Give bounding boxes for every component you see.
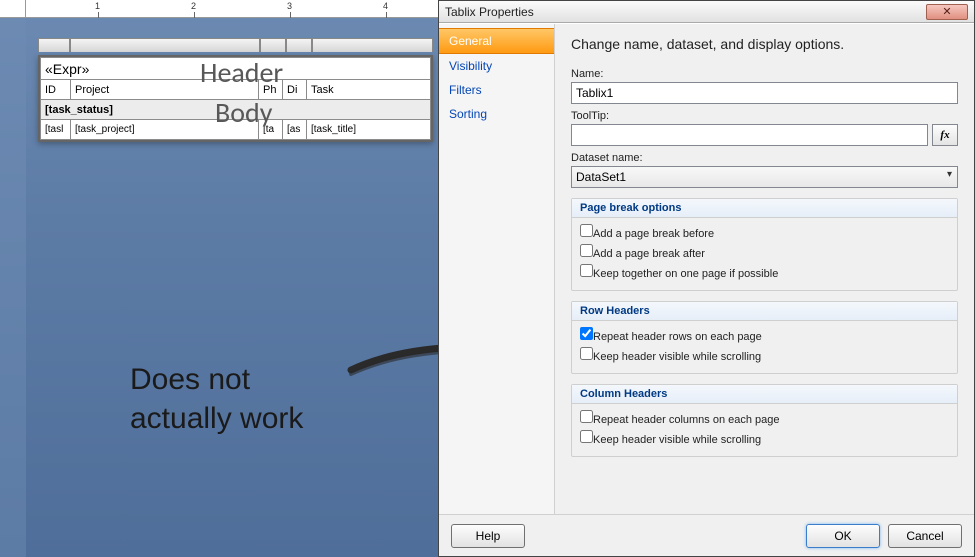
tablix-control[interactable]: «Expr» ID Project Ph Di Task [task_statu… (38, 55, 433, 142)
nav-filters[interactable]: Filters (439, 78, 554, 102)
pb-before-label: Add a page break before (593, 228, 714, 240)
body-cell-di[interactable]: [as (283, 120, 307, 140)
dialog-nav: General Visibility Filters Sorting (439, 24, 555, 514)
vertical-ruler (0, 18, 26, 557)
nav-visibility[interactable]: Visibility (439, 54, 554, 78)
tablix-title-cell[interactable]: «Expr» (41, 58, 431, 80)
header-cell-ph[interactable]: Ph (259, 80, 283, 100)
ruler-tick-3: 3 (287, 1, 292, 11)
header-cell-task[interactable]: Task (307, 80, 431, 100)
body-cell-id[interactable]: [tasl (41, 120, 71, 140)
body-cell-project[interactable]: [task_project] (71, 120, 259, 140)
annotation-main: Does not actually work (130, 360, 303, 438)
row-headers-group: Row Headers Repeat header rows on each p… (571, 301, 958, 374)
pb-before-checkbox[interactable] (580, 224, 593, 237)
ruler-corner (0, 0, 26, 18)
dialog-content: Change name, dataset, and display option… (555, 24, 974, 514)
header-cell-id[interactable]: ID (41, 80, 71, 100)
annotation-line2: actually work (130, 399, 303, 438)
dataset-label: Dataset name: (571, 152, 958, 164)
ok-button[interactable]: OK (806, 524, 880, 548)
ch-repeat-label: Repeat header columns on each page (593, 414, 780, 426)
tablix-column-handles[interactable] (38, 38, 433, 52)
rh-scroll-checkbox[interactable] (580, 347, 593, 360)
column-headers-group-title: Column Headers (572, 385, 957, 404)
rh-scroll-label: Keep header visible while scrolling (593, 351, 761, 363)
help-button[interactable]: Help (451, 524, 525, 548)
tooltip-input[interactable] (571, 124, 928, 146)
name-input[interactable] (571, 82, 958, 104)
dataset-select[interactable]: DataSet1 (571, 166, 958, 188)
close-button[interactable]: ✕ (926, 4, 968, 20)
header-cell-di[interactable]: Di (283, 80, 307, 100)
ch-scroll-label: Keep header visible while scrolling (593, 434, 761, 446)
body-cell-task[interactable]: [task_title] (307, 120, 431, 140)
ruler-tick-1: 1 (95, 1, 100, 11)
tooltip-expression-button[interactable]: fx (932, 124, 958, 146)
dialog-heading: Change name, dataset, and display option… (571, 36, 958, 52)
dialog-titlebar[interactable]: Tablix Properties ✕ (439, 1, 974, 23)
horizontal-ruler: 1 2 3 4 (26, 0, 438, 18)
column-headers-group: Column Headers Repeat header columns on … (571, 384, 958, 457)
pb-after-checkbox[interactable] (580, 244, 593, 257)
cancel-button[interactable]: Cancel (888, 524, 962, 548)
pb-keep-checkbox[interactable] (580, 264, 593, 277)
nav-general[interactable]: General (439, 28, 554, 54)
header-cell-project[interactable]: Project (71, 80, 259, 100)
ruler-tick-4: 4 (383, 1, 388, 11)
tooltip-label: ToolTip: (571, 110, 958, 122)
row-headers-group-title: Row Headers (572, 302, 957, 321)
report-designer-surface: 1 2 3 4 «Expr» ID Project Ph Di Task [ta… (0, 0, 438, 557)
ruler-tick-2: 2 (191, 1, 196, 11)
rh-repeat-label: Repeat header rows on each page (593, 331, 762, 343)
ch-repeat-checkbox[interactable] (580, 410, 593, 423)
pb-after-label: Add a page break after (593, 248, 705, 260)
dialog-title-text: Tablix Properties (445, 5, 534, 19)
body-cell-ph[interactable]: [ta (259, 120, 283, 140)
rh-repeat-checkbox[interactable] (580, 327, 593, 340)
ch-scroll-checkbox[interactable] (580, 430, 593, 443)
nav-sorting[interactable]: Sorting (439, 102, 554, 126)
name-label: Name: (571, 68, 958, 80)
tablix-properties-dialog: Tablix Properties ✕ General Visibility F… (438, 0, 975, 557)
page-break-group-title: Page break options (572, 199, 957, 218)
page-break-group: Page break options Add a page break befo… (571, 198, 958, 291)
dialog-footer: Help OK Cancel (439, 514, 974, 556)
annotation-line1: Does not (130, 360, 303, 399)
group-cell-status[interactable]: [task_status] (41, 100, 431, 120)
pb-keep-label: Keep together on one page if possible (593, 268, 778, 280)
